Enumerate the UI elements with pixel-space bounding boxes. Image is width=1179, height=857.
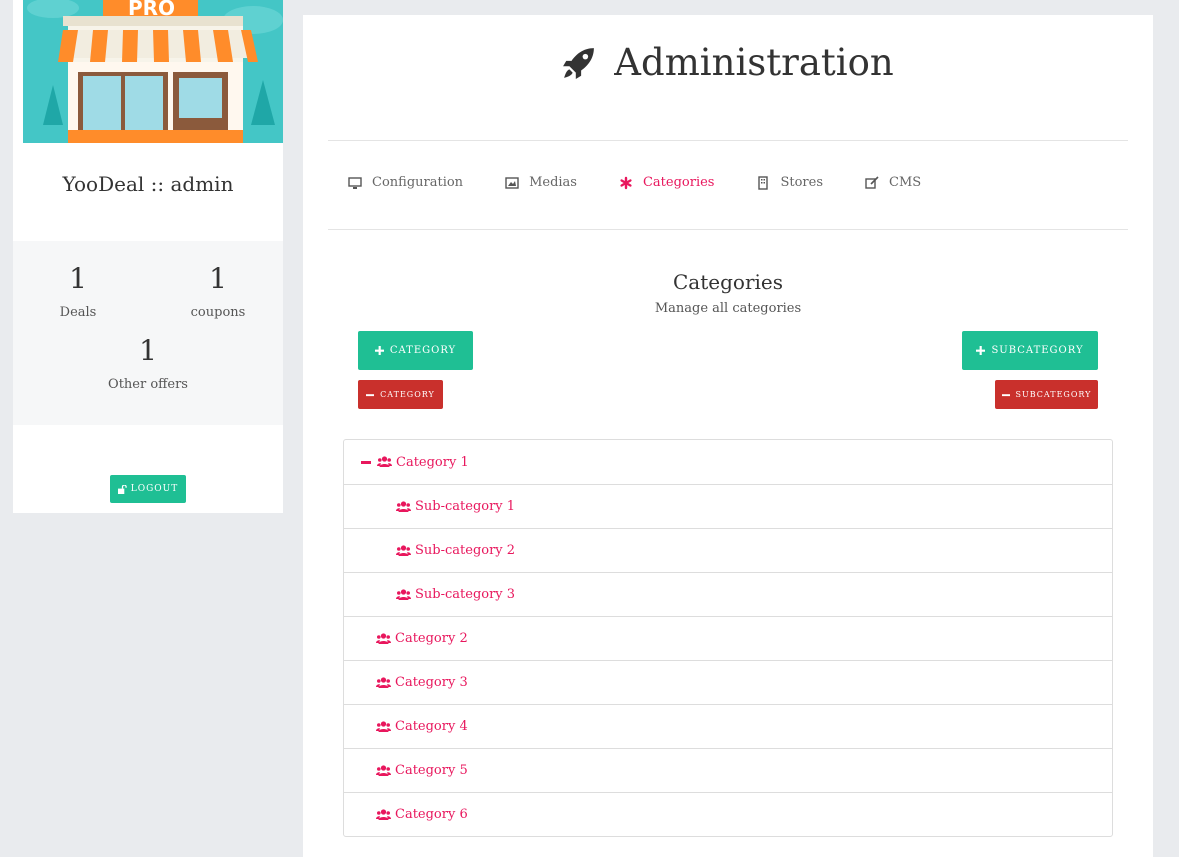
tab-cms[interactable]: CMS <box>865 175 921 190</box>
button-label: SUBCATEGORY <box>991 345 1084 356</box>
tree-item-label: Sub-category 3 <box>415 587 516 602</box>
profile-name: YooDeal :: admin <box>62 172 234 196</box>
building-icon <box>758 175 769 190</box>
stats-panel: 1 Deals 1 coupons 1 Other offers <box>13 241 283 425</box>
users-icon <box>376 764 391 777</box>
store-illustration: PRO <box>23 0 283 143</box>
users-icon <box>376 808 391 821</box>
tab-categories[interactable]: Categories <box>619 175 715 190</box>
admin-tabs: Configuration Medias Categories Stores C… <box>348 175 963 190</box>
logout-label: LOGOUT <box>130 484 179 494</box>
tab-configuration[interactable]: Configuration <box>348 175 463 190</box>
tree-item-subcategory-3[interactable]: Sub-category 3 <box>344 572 1112 616</box>
tree-item-label: Category 3 <box>395 675 468 690</box>
tree-item-label: Category 1 <box>396 454 469 470</box>
button-label: CATEGORY <box>389 345 457 356</box>
tree-item-category-5[interactable]: Category 5 <box>344 748 1112 792</box>
tree-item-label: Sub-category 1 <box>415 499 516 514</box>
tree-item-label: Category 4 <box>395 719 468 734</box>
tree-item-subcategory-2[interactable]: Sub-category 2 <box>344 528 1112 572</box>
remove-subcategory-button[interactable]: SUBCATEGORY <box>995 380 1098 409</box>
users-icon <box>396 544 411 557</box>
image-icon <box>505 176 519 189</box>
tab-label: Categories <box>642 175 715 190</box>
store-badge-text: PRO <box>128 0 176 20</box>
admin-panel: Administration Configuration Medias Cate… <box>303 15 1153 857</box>
page-title: Administration <box>303 41 1153 84</box>
stat-coupons: 1 coupons <box>153 262 283 321</box>
section-title: Categories <box>673 270 783 294</box>
logout-button[interactable]: LOGOUT <box>110 475 186 503</box>
tree-item-category-1[interactable]: Category 1 <box>344 440 1112 484</box>
users-icon <box>376 632 391 645</box>
tree-item-label: Category 2 <box>395 631 468 646</box>
tab-label: Configuration <box>372 175 464 190</box>
stat-value: 1 <box>69 262 87 295</box>
stat-label: Other offers <box>108 377 188 392</box>
users-icon <box>377 456 392 468</box>
button-label: SUBCATEGORY <box>1015 390 1092 399</box>
tree-item-label: Category 6 <box>395 807 468 822</box>
tab-label: Stores <box>780 175 824 190</box>
plus-icon <box>976 346 986 355</box>
users-icon <box>376 676 391 689</box>
users-icon <box>396 588 411 601</box>
stat-label: Deals <box>59 305 97 320</box>
category-tree: Category 1 Sub-category 1 Sub-category 2… <box>343 439 1113 837</box>
tree-item-category-3[interactable]: Category 3 <box>344 660 1112 704</box>
asterisk-icon <box>620 176 632 189</box>
tab-medias[interactable]: Medias <box>505 175 577 190</box>
unlock-icon <box>117 484 127 494</box>
tab-stores[interactable]: Stores <box>756 175 823 190</box>
stat-value: 1 <box>139 334 157 367</box>
page-title-text: Administration <box>614 41 894 84</box>
tree-item-label: Category 5 <box>395 763 468 778</box>
stat-label: coupons <box>190 305 246 320</box>
divider <box>328 229 1128 230</box>
tree-item-category-2[interactable]: Category 2 <box>344 616 1112 660</box>
minus-icon <box>1001 393 1010 396</box>
tree-item-category-4[interactable]: Category 4 <box>344 704 1112 748</box>
tab-label: CMS <box>889 175 922 190</box>
tree-item-category-6[interactable]: Category 6 <box>344 792 1112 836</box>
add-category-button[interactable]: CATEGORY <box>358 331 473 370</box>
minus-icon <box>366 393 375 396</box>
collapse-icon[interactable] <box>361 460 371 464</box>
rocket-icon <box>563 47 595 79</box>
stat-deals: 1 Deals <box>13 262 143 321</box>
tree-item-label: Sub-category 2 <box>415 543 516 558</box>
stat-value: 1 <box>209 262 227 295</box>
button-label: CATEGORY <box>380 390 435 399</box>
stat-other-offers: 1 Other offers <box>83 334 213 393</box>
profile-sidebar: PRO YooDeal :: admin 1 Deals 1 coupons 1… <box>13 0 283 513</box>
users-icon <box>396 500 411 513</box>
desktop-icon <box>348 176 362 189</box>
tree-item-subcategory-1[interactable]: Sub-category 1 <box>344 484 1112 528</box>
divider <box>328 140 1128 141</box>
remove-category-button[interactable]: CATEGORY <box>358 380 443 409</box>
add-subcategory-button[interactable]: SUBCATEGORY <box>962 331 1098 370</box>
users-icon <box>376 720 391 733</box>
edit-icon <box>865 175 879 189</box>
tab-label: Medias <box>529 175 577 190</box>
plus-icon <box>374 346 384 355</box>
section-subtitle: Manage all categories <box>654 301 802 316</box>
